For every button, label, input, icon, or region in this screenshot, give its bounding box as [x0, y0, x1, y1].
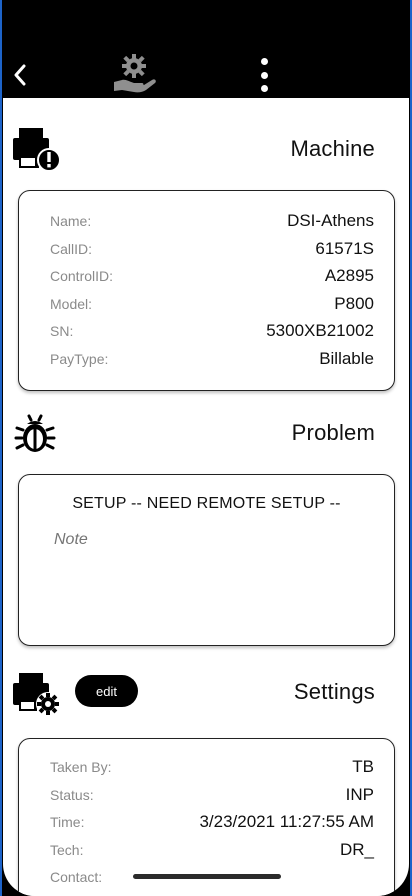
- field-label: Time:: [50, 814, 85, 830]
- bug-icon: [11, 410, 59, 458]
- field-value: INP: [345, 785, 374, 804]
- top-bar: [2, 0, 410, 98]
- machine-field-row: PayType: Billable: [19, 349, 394, 371]
- field-value: 5300XB21002: [266, 321, 374, 340]
- field-label: Status:: [50, 787, 94, 803]
- field-label: CallID:: [50, 241, 93, 257]
- printer-gear-icon: [11, 669, 60, 717]
- machine-info-card: Name: DSI-Athens CallID: 61571S ControlI…: [18, 190, 395, 391]
- printer-alert-icon: [11, 126, 61, 174]
- screen-edge-left: [0, 0, 2, 896]
- gear-hand-icon: [110, 52, 158, 96]
- settings-field-row: Time: 3/23/2021 11:27:55 AM: [19, 812, 394, 834]
- machine-field-row: Name: DSI-Athens: [19, 211, 394, 233]
- field-value: A2895: [324, 266, 374, 285]
- machine-section-header: Machine: [3, 126, 409, 176]
- field-value: P800: [334, 294, 374, 313]
- field-value: DSI-Athens: [287, 211, 374, 230]
- home-indicator[interactable]: [133, 874, 281, 879]
- problem-section-header: Problem: [3, 410, 409, 460]
- machine-field-row: Model: P800: [19, 294, 394, 316]
- field-value: DR_: [339, 840, 374, 859]
- settings-field-row: Tech: DR_: [19, 840, 394, 862]
- edit-button[interactable]: edit: [75, 675, 138, 707]
- field-label: SN:: [50, 323, 74, 339]
- back-button[interactable]: [8, 60, 32, 90]
- machine-section-title: Machine: [290, 136, 375, 161]
- more-vertical-icon-dot: [260, 85, 268, 92]
- main-content: Machine Name: DSI-Athens CallID: 61571S …: [3, 98, 409, 896]
- settings-section-title: Settings: [293, 679, 375, 704]
- field-label: Taken By:: [50, 759, 112, 775]
- field-value: Billable: [319, 349, 374, 368]
- more-menu-button[interactable]: [252, 56, 276, 94]
- machine-field-row: ControlID: A2895: [19, 266, 394, 288]
- field-label: Name:: [50, 213, 92, 229]
- settings-field-row: Taken By: TB: [19, 757, 394, 779]
- settings-section-header: Settings: [3, 669, 409, 719]
- field-label: Contact:: [50, 869, 103, 885]
- problem-description: SETUP -- NEED REMOTE SETUP --: [72, 495, 341, 512]
- problem-card: SETUP -- NEED REMOTE SETUP --: [18, 474, 395, 646]
- note-input[interactable]: [54, 531, 354, 549]
- more-vertical-icon-dot: [260, 58, 268, 65]
- machine-field-row: SN: 5300XB21002: [19, 321, 394, 343]
- field-label: Model:: [50, 296, 93, 312]
- field-value: TB: [352, 757, 374, 776]
- app-screen: Machine Name: DSI-Athens CallID: 61571S …: [0, 0, 412, 896]
- more-vertical-icon-dot: [260, 71, 268, 79]
- problem-section-title: Problem: [291, 420, 375, 445]
- machine-field-row: CallID: 61571S: [19, 239, 394, 261]
- settings-field-row: Status: INP: [19, 785, 394, 807]
- field-label: ControlID:: [50, 268, 114, 284]
- field-value: 61571S: [315, 239, 374, 258]
- field-label: PayType:: [50, 351, 109, 367]
- settings-info-card: Taken By: TB Status: INP Time: 3/23/2021…: [18, 738, 395, 896]
- chevron-left-icon: [14, 64, 26, 86]
- field-value: 3/23/2021 11:27:55 AM: [199, 812, 374, 831]
- field-label: Tech:: [50, 842, 84, 858]
